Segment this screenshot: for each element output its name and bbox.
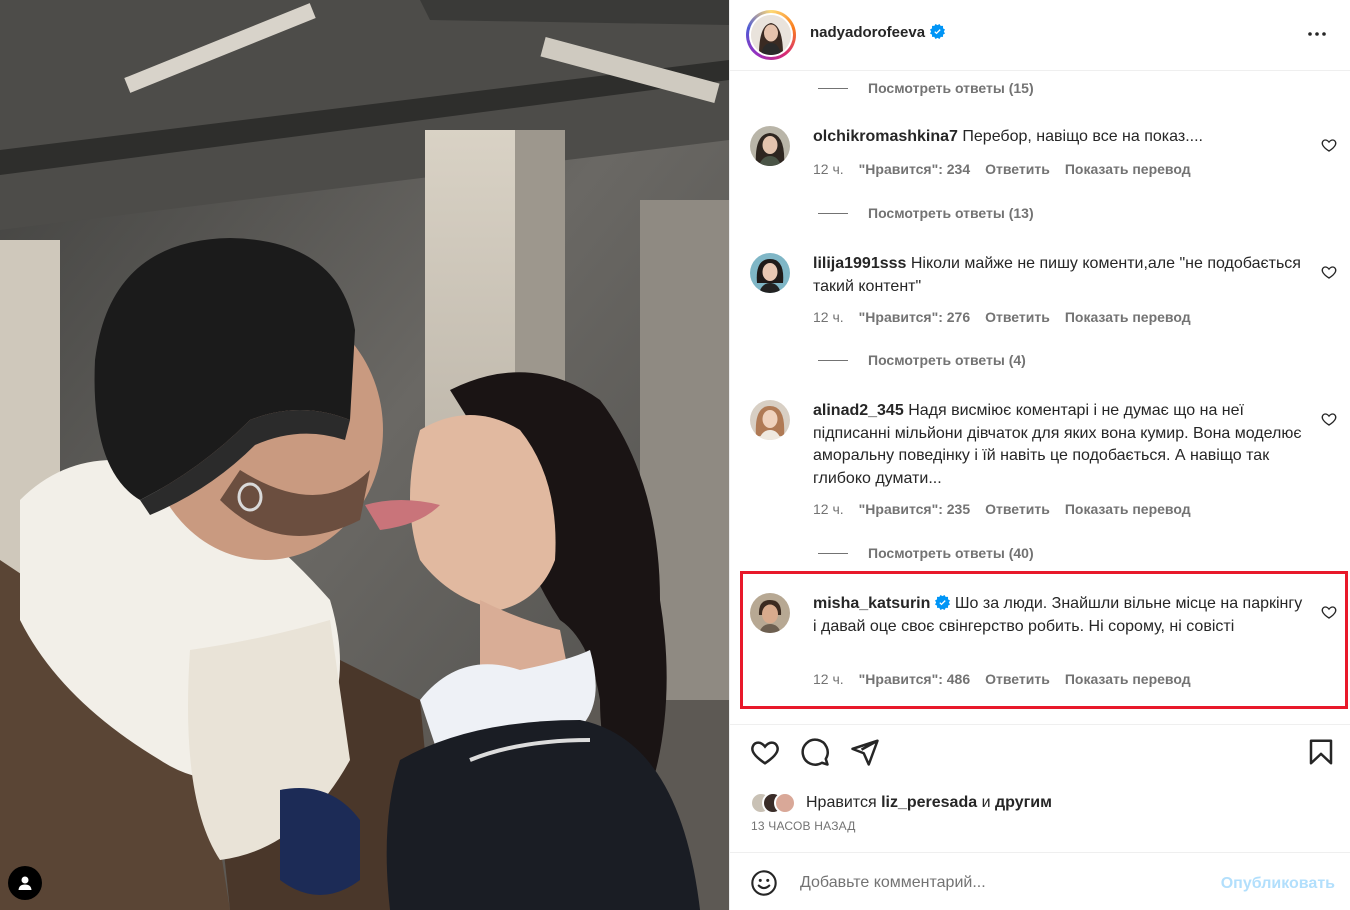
comment-username[interactable]: lilija1991sss [813,255,906,272]
bookmark-save-icon[interactable] [1306,737,1336,767]
view-replies-button[interactable]: Посмотреть ответы (40) [818,543,1034,563]
reply-button[interactable]: Ответить [985,671,1050,687]
reply-button[interactable]: Ответить [985,501,1050,517]
comment-avatar[interactable] [750,126,790,166]
replies-divider [818,359,848,361]
show-translation-button[interactable]: Показать перевод [1065,161,1191,177]
comment-time[interactable]: 12 ч. [813,161,844,177]
author-username[interactable]: nadyadorofeeva [810,24,946,41]
post-actions: Нравится liz_peresada и другим 13 ЧАСОВ … [730,724,1350,854]
view-replies-button[interactable]: Посмотреть ответы (4) [818,350,1026,370]
verified-badge-icon [935,595,951,610]
photo-illustration [0,0,729,910]
comment-like-heart-icon[interactable] [1321,604,1337,620]
view-replies-label[interactable]: Посмотреть ответы (40) [868,545,1034,561]
post-header: nadyadorofeeva [730,0,1350,71]
post-timestamp[interactable]: 13 ЧАСОВ НАЗАД [751,819,856,833]
view-replies-button[interactable]: Посмотреть ответы (15) [818,78,1034,98]
comment-meta: 12 ч. "Нравится": 276 Ответить Показать … [813,309,1191,325]
comment-username[interactable]: misha_katsurin [813,595,930,612]
likes-others-link[interactable]: другим [995,794,1052,811]
avatar-image [750,126,790,166]
comment-avatar[interactable] [750,253,790,293]
show-translation-button[interactable]: Показать перевод [1065,671,1191,687]
author-username-text[interactable]: nadyadorofeeva [810,24,925,41]
comment-bubble-icon[interactable] [800,737,830,767]
comment-text: olchikromashkina7 Перебор, навіщо все на… [813,126,1307,149]
comment-meta: 12 ч. "Нравится": 235 Ответить Показать … [813,501,1191,517]
replies-divider [818,87,848,89]
avatar-image [750,400,790,440]
verified-badge-icon [930,24,946,39]
comment-avatar[interactable] [750,593,790,633]
author-avatar-image [751,15,791,55]
likes-summary: Нравится liz_peresada и другим [750,791,1052,815]
highlight-frame [740,571,1348,709]
post-photo[interactable] [0,0,729,910]
more-options-icon[interactable] [1305,22,1329,46]
show-translation-button[interactable]: Показать перевод [1065,309,1191,325]
view-replies-button[interactable]: Посмотреть ответы (13) [818,203,1034,223]
likes-prefix: Нравится [806,794,877,811]
post-details-panel: nadyadorofeeva Посмотреть ответы (15) ol… [729,0,1350,910]
comment-username[interactable]: olchikromashkina7 [813,128,958,145]
comment-text: lilija1991sss Ніколи майже не пишу комен… [813,253,1307,298]
comment-likes[interactable]: "Нравится": 486 [859,671,970,687]
comment-time[interactable]: 12 ч. [813,671,844,687]
view-replies-label[interactable]: Посмотреть ответы (4) [868,352,1026,368]
comment-like-heart-icon[interactable] [1321,137,1337,153]
comment-input[interactable] [798,867,1202,899]
comment-meta: 12 ч. "Нравится": 486 Ответить Показать … [813,671,1191,687]
likes-text: Нравится liz_peresada и другим [806,794,1052,812]
comment-meta: 12 ч. "Нравится": 234 Ответить Показать … [813,161,1191,177]
comments-list[interactable]: Посмотреть ответы (15) olchikromashkina7… [730,71,1350,724]
view-replies-label[interactable]: Посмотреть ответы (13) [868,205,1034,221]
comment-likes[interactable]: "Нравится": 235 [859,501,970,517]
avatar-image [750,593,790,633]
comment-time[interactable]: 12 ч. [813,501,844,517]
share-send-icon[interactable] [850,737,880,767]
comment-text: alinad2_345 Надя висміює коментарі і не … [813,400,1307,490]
comment-time[interactable]: 12 ч. [813,309,844,325]
view-replies-label[interactable]: Посмотреть ответы (15) [868,80,1034,96]
show-translation-button[interactable]: Показать перевод [1065,501,1191,517]
replies-divider [818,552,848,554]
comment-like-heart-icon[interactable] [1321,411,1337,427]
reply-button[interactable]: Ответить [985,309,1050,325]
comment-like-heart-icon[interactable] [1321,264,1337,280]
likes-connector: и [981,794,991,811]
comment-likes[interactable]: "Нравится": 276 [859,309,970,325]
comment-likes[interactable]: "Нравится": 234 [859,161,970,177]
user-icon [18,876,32,890]
liker-username[interactable]: liz_peresada [881,794,977,811]
like-heart-icon[interactable] [750,737,780,767]
comment-body: Перебор, навіщо все на показ.... [962,128,1203,145]
reply-button[interactable]: Ответить [985,161,1050,177]
emoji-icon[interactable] [750,869,778,897]
comment-avatar[interactable] [750,400,790,440]
replies-divider [818,212,848,214]
comment-username[interactable]: alinad2_345 [813,402,904,419]
author-avatar[interactable] [746,10,796,60]
publish-button[interactable]: Опубликовать [1221,875,1335,893]
add-comment-bar: Опубликовать [730,852,1350,910]
liker-avatar[interactable] [774,792,796,814]
avatar-image [750,253,790,293]
comment-text: misha_katsurin Шо за люди. Знайшли вільн… [813,593,1307,638]
tagged-users-button[interactable] [8,866,42,900]
